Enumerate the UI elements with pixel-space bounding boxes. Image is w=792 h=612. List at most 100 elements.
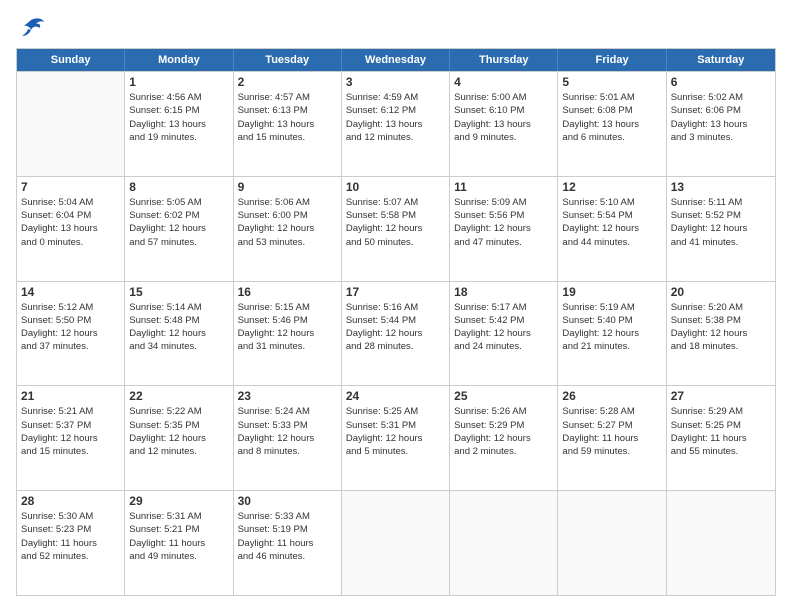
calendar-day-22: 22Sunrise: 5:22 AM Sunset: 5:35 PM Dayli… [125, 386, 233, 490]
day-number: 9 [238, 180, 337, 194]
calendar-day-16: 16 Sunrise: 5:15 AM Sunset: 5:46 PM Dayli… [234, 282, 342, 386]
day-number: 5 [562, 75, 661, 89]
day-number: 16 [238, 285, 337, 299]
logo [16, 16, 50, 40]
calendar-day-14: 14 Sunrise: 5:12 AM Sunset: 5:50 PM Dayli… [17, 282, 125, 386]
day-info: Sunrise: 4:59 AM Sunset: 6:12 PM Dayligh… [346, 91, 445, 144]
day-info: Sunrise: 4:57 AM Sunset: 6:13 PM Dayligh… [238, 91, 337, 144]
day-info: Sunrise: 5:30 AM Sunset: 5:23 PM Dayligh… [21, 510, 120, 563]
calendar-day-24: 24 Sunrise: 5:25 AM Sunset: 5:31 PM Dayli… [342, 386, 450, 490]
day-info: Sunrise: 5:22 AM Sunset: 5:35 PM Dayligh… [129, 405, 228, 458]
header-day-friday: Friday [558, 49, 666, 71]
calendar-day-15: 15 Sunrise: 5:14 AM Sunset: 5:48 PM Dayli… [125, 282, 233, 386]
day-number: 29 [129, 494, 228, 508]
day-info: Sunrise: 5:14 AM Sunset: 5:48 PM Dayligh… [129, 301, 228, 354]
day-number: 25 [454, 389, 553, 403]
calendar-day-26: 26 Sunrise: 5:28 AM Sunset: 5:27 PM Dayli… [558, 386, 666, 490]
day-info: Sunrise: 5:19 AM Sunset: 5:40 PM Dayligh… [562, 301, 661, 354]
day-number: 3 [346, 75, 445, 89]
day-number: 26 [562, 389, 661, 403]
calendar-day-4: 4Sunrise: 5:00 AM Sunset: 6:10 PM Daylig… [450, 72, 558, 176]
day-number: 17 [346, 285, 445, 299]
calendar-day-18: 18 Sunrise: 5:17 AM Sunset: 5:42 PM Dayli… [450, 282, 558, 386]
day-info: Sunrise: 5:09 AM Sunset: 5:56 PM Dayligh… [454, 196, 553, 249]
day-number: 23 [238, 389, 337, 403]
calendar-day-25: 25 Sunrise: 5:26 AM Sunset: 5:29 PM Dayli… [450, 386, 558, 490]
day-number: 15 [129, 285, 228, 299]
calendar-day-21: 21Sunrise: 5:21 AM Sunset: 5:37 PM Dayli… [17, 386, 125, 490]
day-number: 7 [21, 180, 120, 194]
day-number: 18 [454, 285, 553, 299]
day-info: Sunrise: 5:12 AM Sunset: 5:50 PM Dayligh… [21, 301, 120, 354]
calendar-week-1: 1 Sunrise: 4:56 AM Sunset: 6:15 PM Daylig… [17, 71, 775, 176]
calendar-day-2: 2 Sunrise: 4:57 AM Sunset: 6:13 PM Daylig… [234, 72, 342, 176]
header-day-thursday: Thursday [450, 49, 558, 71]
day-info: Sunrise: 5:21 AM Sunset: 5:37 PM Dayligh… [21, 405, 120, 458]
day-number: 13 [671, 180, 771, 194]
day-info: Sunrise: 5:01 AM Sunset: 6:08 PM Dayligh… [562, 91, 661, 144]
calendar-day-empty [450, 491, 558, 595]
calendar-day-empty [558, 491, 666, 595]
calendar-day-20: 20 Sunrise: 5:20 AM Sunset: 5:38 PM Dayli… [667, 282, 775, 386]
day-number: 28 [21, 494, 120, 508]
calendar-day-10: 10Sunrise: 5:07 AM Sunset: 5:58 PM Dayli… [342, 177, 450, 281]
day-info: Sunrise: 5:04 AM Sunset: 6:04 PM Dayligh… [21, 196, 120, 249]
calendar-week-2: 7 Sunrise: 5:04 AM Sunset: 6:04 PM Daylig… [17, 176, 775, 281]
calendar-day-27: 27Sunrise: 5:29 AM Sunset: 5:25 PM Dayli… [667, 386, 775, 490]
day-info: Sunrise: 5:11 AM Sunset: 5:52 PM Dayligh… [671, 196, 771, 249]
header-day-sunday: Sunday [17, 49, 125, 71]
calendar-week-5: 28 Sunrise: 5:30 AM Sunset: 5:23 PM Dayli… [17, 490, 775, 595]
day-info: Sunrise: 5:17 AM Sunset: 5:42 PM Dayligh… [454, 301, 553, 354]
day-number: 12 [562, 180, 661, 194]
day-info: Sunrise: 5:25 AM Sunset: 5:31 PM Dayligh… [346, 405, 445, 458]
day-number: 2 [238, 75, 337, 89]
day-info: Sunrise: 5:26 AM Sunset: 5:29 PM Dayligh… [454, 405, 553, 458]
day-number: 8 [129, 180, 228, 194]
calendar-day-5: 5 Sunrise: 5:01 AM Sunset: 6:08 PM Daylig… [558, 72, 666, 176]
day-info: Sunrise: 5:20 AM Sunset: 5:38 PM Dayligh… [671, 301, 771, 354]
calendar-day-12: 12Sunrise: 5:10 AM Sunset: 5:54 PM Dayli… [558, 177, 666, 281]
logo-icon [16, 16, 46, 40]
day-info: Sunrise: 5:06 AM Sunset: 6:00 PM Dayligh… [238, 196, 337, 249]
day-number: 6 [671, 75, 771, 89]
day-info: Sunrise: 5:05 AM Sunset: 6:02 PM Dayligh… [129, 196, 228, 249]
calendar-day-13: 13 Sunrise: 5:11 AM Sunset: 5:52 PM Dayli… [667, 177, 775, 281]
day-info: Sunrise: 5:31 AM Sunset: 5:21 PM Dayligh… [129, 510, 228, 563]
day-info: Sunrise: 4:56 AM Sunset: 6:15 PM Dayligh… [129, 91, 228, 144]
day-info: Sunrise: 5:28 AM Sunset: 5:27 PM Dayligh… [562, 405, 661, 458]
calendar-day-11: 11 Sunrise: 5:09 AM Sunset: 5:56 PM Dayli… [450, 177, 558, 281]
day-number: 24 [346, 389, 445, 403]
day-info: Sunrise: 5:33 AM Sunset: 5:19 PM Dayligh… [238, 510, 337, 563]
day-number: 14 [21, 285, 120, 299]
header-day-saturday: Saturday [667, 49, 775, 71]
calendar-day-29: 29 Sunrise: 5:31 AM Sunset: 5:21 PM Dayli… [125, 491, 233, 595]
calendar-day-30: 30 Sunrise: 5:33 AM Sunset: 5:19 PM Dayli… [234, 491, 342, 595]
calendar-day-empty [17, 72, 125, 176]
day-number: 20 [671, 285, 771, 299]
calendar-day-1: 1 Sunrise: 4:56 AM Sunset: 6:15 PM Daylig… [125, 72, 233, 176]
header [16, 16, 776, 40]
calendar: SundayMondayTuesdayWednesdayThursdayFrid… [16, 48, 776, 596]
calendar-body: 1 Sunrise: 4:56 AM Sunset: 6:15 PM Daylig… [17, 71, 775, 595]
day-number: 4 [454, 75, 553, 89]
calendar-day-28: 28 Sunrise: 5:30 AM Sunset: 5:23 PM Dayli… [17, 491, 125, 595]
calendar-header: SundayMondayTuesdayWednesdayThursdayFrid… [17, 49, 775, 71]
day-info: Sunrise: 5:15 AM Sunset: 5:46 PM Dayligh… [238, 301, 337, 354]
day-number: 11 [454, 180, 553, 194]
calendar-day-7: 7 Sunrise: 5:04 AM Sunset: 6:04 PM Daylig… [17, 177, 125, 281]
calendar-day-17: 17 Sunrise: 5:16 AM Sunset: 5:44 PM Dayli… [342, 282, 450, 386]
calendar-day-19: 19 Sunrise: 5:19 AM Sunset: 5:40 PM Dayli… [558, 282, 666, 386]
calendar-day-3: 3 Sunrise: 4:59 AM Sunset: 6:12 PM Daylig… [342, 72, 450, 176]
day-number: 19 [562, 285, 661, 299]
day-number: 30 [238, 494, 337, 508]
calendar-day-empty [667, 491, 775, 595]
calendar-week-3: 14 Sunrise: 5:12 AM Sunset: 5:50 PM Dayli… [17, 281, 775, 386]
day-number: 1 [129, 75, 228, 89]
day-info: Sunrise: 5:16 AM Sunset: 5:44 PM Dayligh… [346, 301, 445, 354]
calendar-day-9: 9 Sunrise: 5:06 AM Sunset: 6:00 PM Daylig… [234, 177, 342, 281]
day-info: Sunrise: 5:02 AM Sunset: 6:06 PM Dayligh… [671, 91, 771, 144]
header-day-tuesday: Tuesday [234, 49, 342, 71]
page: SundayMondayTuesdayWednesdayThursdayFrid… [0, 0, 792, 612]
day-info: Sunrise: 5:24 AM Sunset: 5:33 PM Dayligh… [238, 405, 337, 458]
day-info: Sunrise: 5:29 AM Sunset: 5:25 PM Dayligh… [671, 405, 771, 458]
